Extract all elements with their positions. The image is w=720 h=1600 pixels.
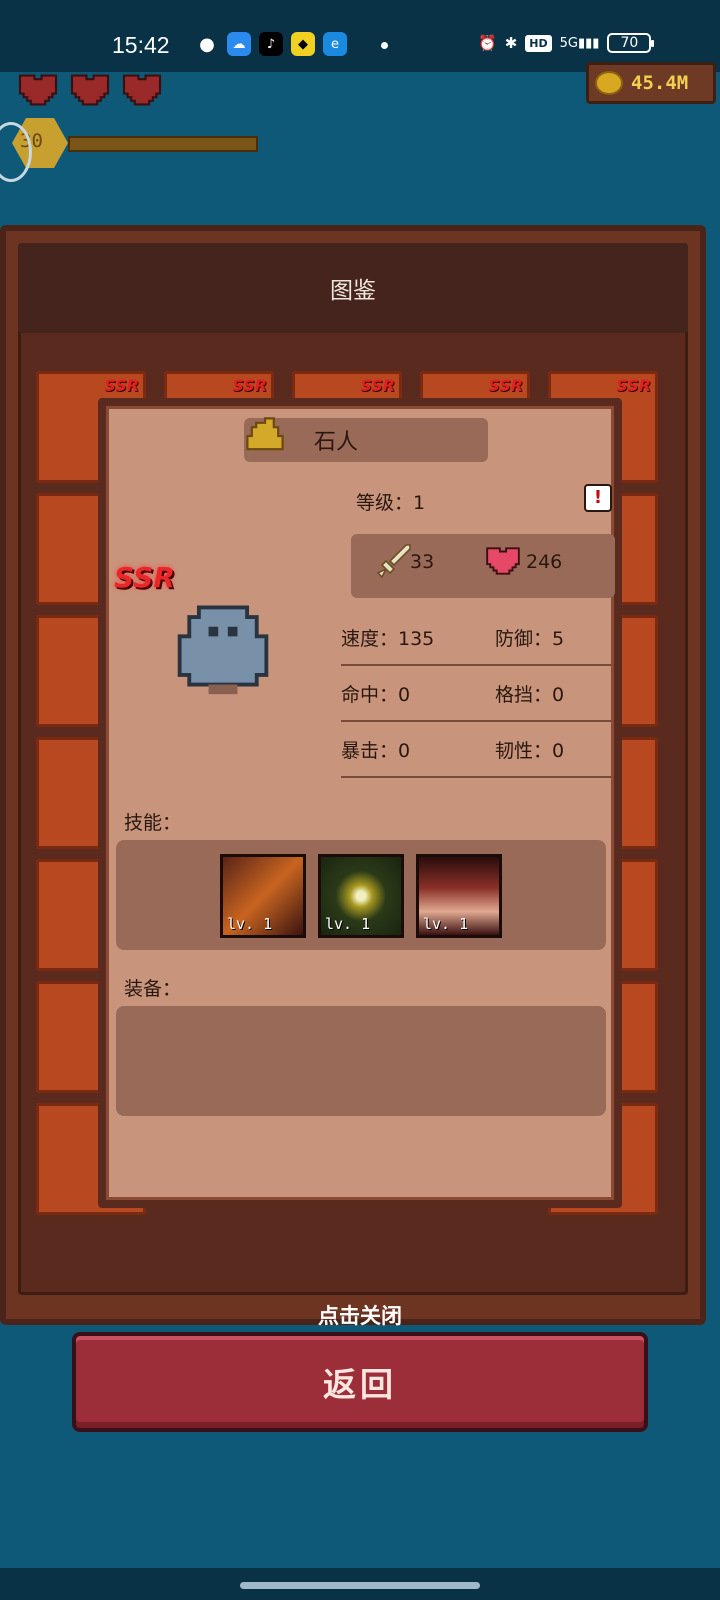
stone-golem-sprite <box>177 605 269 695</box>
skill-slot[interactable]: lv. 1 <box>416 854 502 938</box>
wechat-icon: ● <box>199 33 215 55</box>
life-heart-icon <box>70 74 110 106</box>
sword-icon <box>376 544 411 579</box>
gold-counter: 45.4M <box>586 62 716 104</box>
speed-stat: 速度：135 <box>341 628 435 650</box>
block-stat: 格挡：0 <box>495 684 565 706</box>
skill-slot[interactable]: lv. 1 <box>318 854 404 938</box>
bluetooth-icon: ✱ <box>504 34 518 52</box>
system-icons: ⏰ ✱ HD 5G▮▮▮ 70 <box>478 33 655 53</box>
gold-coin-icon <box>595 71 623 95</box>
stat-row: 暴击：0 韧性：0 <box>341 722 611 778</box>
tap-to-close-hint[interactable]: 点击关闭 <box>0 1300 720 1330</box>
name-bar: 石人 <box>244 417 488 462</box>
stat-row: 命中：0 格挡：0 <box>341 666 611 722</box>
alarm-icon: ⏰ <box>478 34 497 52</box>
life-heart-icon <box>18 74 58 106</box>
attack-value: 33 <box>410 551 435 573</box>
skills-box: lv. 1 lv. 1 lv. 1 <box>116 840 606 950</box>
more-notifications-icon <box>381 42 388 49</box>
player-level-bar: 30 <box>0 116 260 168</box>
defense-stat: 防御：5 <box>495 628 565 650</box>
notification-icons: ● ☁ ♪ ◆ e <box>195 32 347 56</box>
home-indicator[interactable] <box>240 1582 480 1589</box>
back-button[interactable]: 返回 <box>72 1332 648 1432</box>
monster-name: 石人 <box>314 430 359 455</box>
hd-badge: HD <box>525 34 552 52</box>
skill-slot[interactable]: lv. 1 <box>220 854 306 938</box>
hp-value: 246 <box>526 551 563 573</box>
skills-label: 技能： <box>124 812 182 834</box>
weather-icon: ☁ <box>227 32 251 56</box>
crit-stat: 暴击：0 <box>341 740 411 762</box>
heart-icon <box>486 547 520 575</box>
life-heart-icon <box>122 74 162 106</box>
stat-row: 速度：135 防御：5 <box>341 610 611 666</box>
battery-icon: 70 <box>607 33 655 53</box>
skill-level: lv. 1 <box>423 915 469 933</box>
monster-detail-modal: 石人 等级：1 ! 33 246 SSR 速度：135 防御：5 命中：0 格挡… <box>98 398 622 1208</box>
info-icon[interactable]: ! <box>584 484 612 512</box>
rock-icon <box>246 417 284 451</box>
tiktok-icon: ♪ <box>259 32 283 56</box>
signal-icon: 5G▮▮▮ <box>559 35 600 51</box>
browser-icon: e <box>323 32 347 56</box>
skill-level: lv. 1 <box>227 915 273 933</box>
rarity-badge: SSR <box>114 561 175 594</box>
clock: 15:42 <box>112 32 170 58</box>
skill-level: lv. 1 <box>325 915 371 933</box>
toughness-stat: 韧性：0 <box>495 740 565 762</box>
album-title: 图鉴 <box>18 243 688 333</box>
equipment-box <box>116 1006 606 1116</box>
accuracy-stat: 命中：0 <box>341 684 411 706</box>
monster-level: 等级：1 <box>356 492 426 514</box>
equipment-label: 装备： <box>124 978 182 1000</box>
xp-bar <box>68 136 258 152</box>
gold-amount: 45.4M <box>631 72 689 94</box>
game-app-icon: ◆ <box>291 32 315 56</box>
